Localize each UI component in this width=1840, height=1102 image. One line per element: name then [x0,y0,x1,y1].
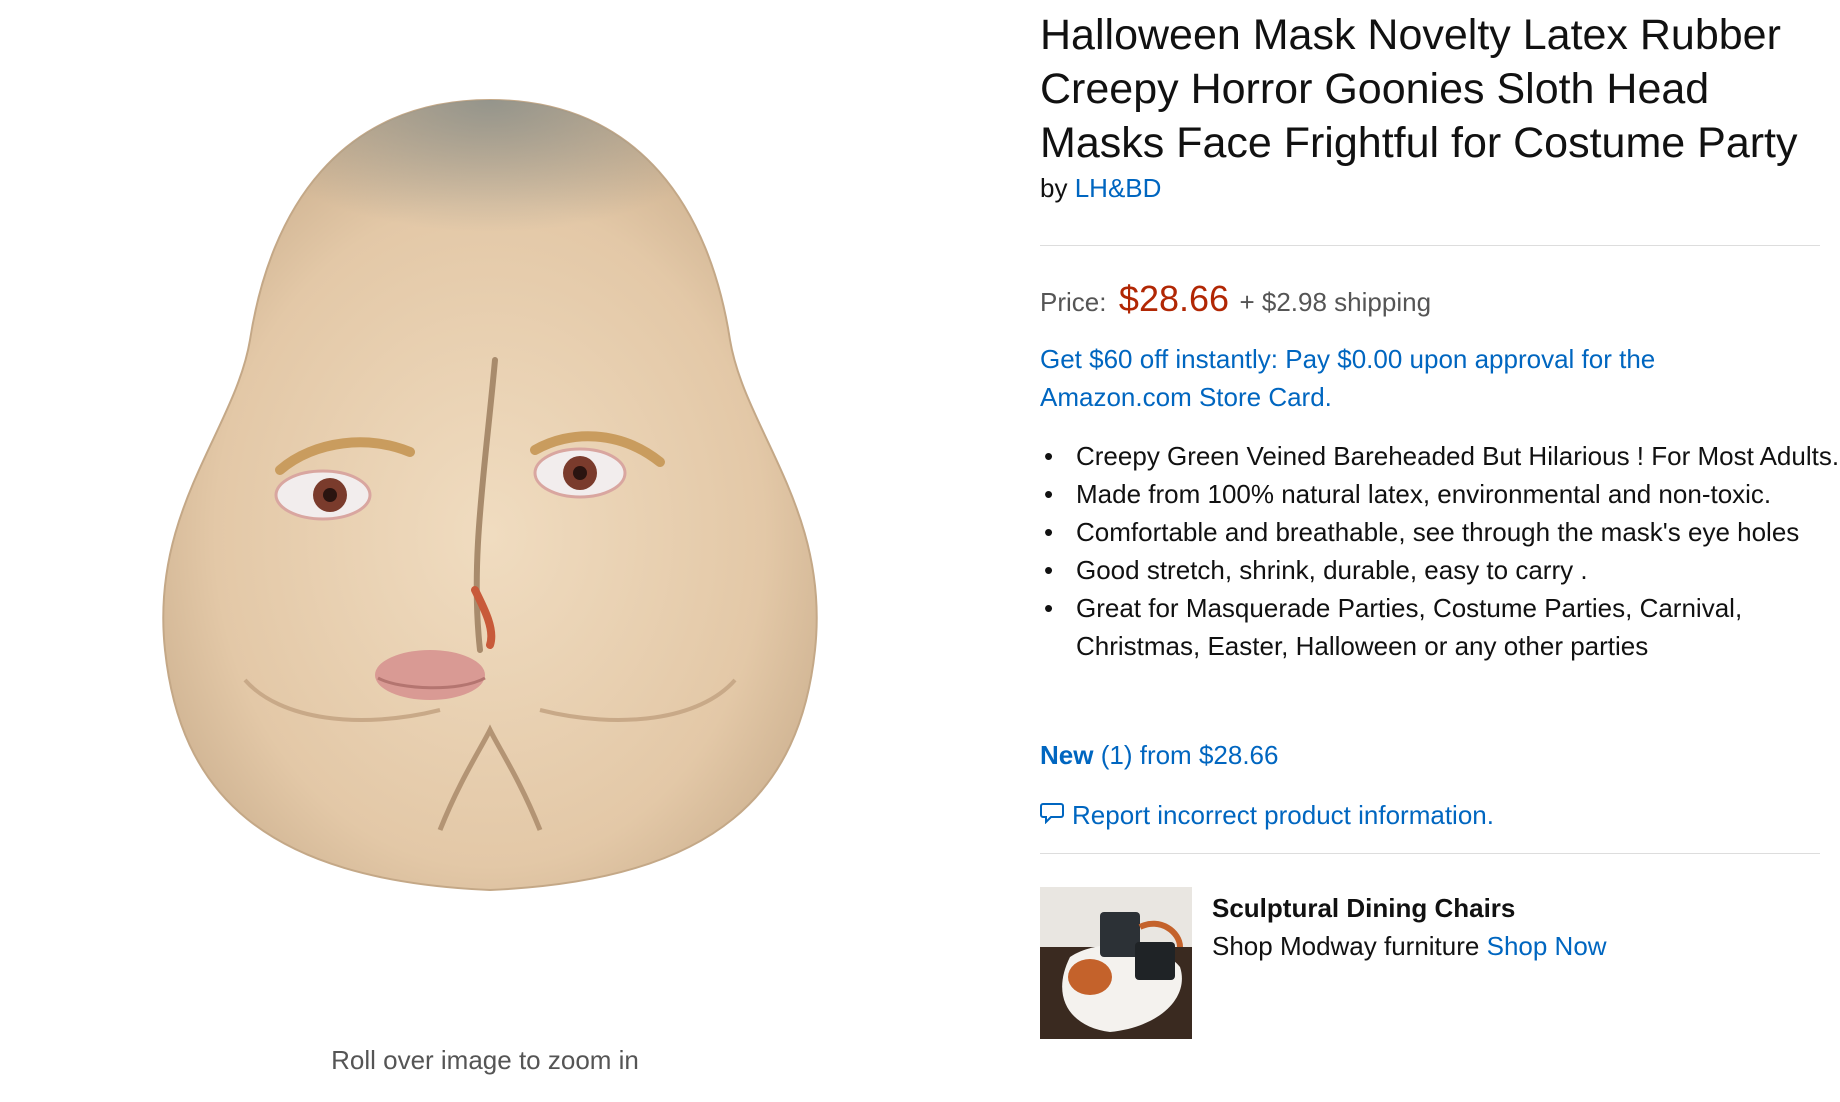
brand-link[interactable]: LH&BD [1075,173,1162,203]
feature-bullet: Made from 100% natural latex, environmen… [1044,475,1840,513]
price-label: Price: [1040,287,1107,317]
image-panel: Roll over image to zoom in [0,0,1000,1102]
product-title: Halloween Mask Novelty Latex Rubber Cree… [1040,11,1798,167]
feature-bullet: Creepy Green Veined Bareheaded But Hilar… [1044,437,1840,475]
byline: by LH&BD [1040,173,1161,204]
ad-thumbnail[interactable] [1040,887,1192,1039]
zoom-hint: Roll over image to zoom in [331,1045,639,1075]
feature-bullet: Good stretch, shrink, durable, easy to c… [1044,551,1840,589]
offers-from: from $28.66 [1139,740,1279,770]
feature-bullet: Great for Masquerade Parties, Costume Pa… [1044,589,1840,665]
offers-count: (1) [1100,740,1133,770]
price-row: Price: $28.66 + $2.98 shipping [1040,278,1431,328]
byline-prefix: by [1040,173,1068,203]
divider [1040,853,1820,854]
new-offers-link[interactable]: New (1) from $28.66 [1040,740,1278,771]
price-value: $28.66 [1118,278,1230,319]
product-image[interactable] [140,90,840,950]
comment-icon [1040,800,1072,831]
shipping-cost: + $2.98 shipping [1239,287,1432,317]
feature-bullets: Creepy Green Veined Bareheaded But Hilar… [1040,437,1840,665]
sponsored-ad: Sculptural Dining Chairs Shop Modway fur… [1040,887,1820,1039]
shop-now-link[interactable]: Shop Now [1487,931,1607,961]
report-label: Report incorrect product information. [1072,800,1494,830]
feature-bullet: Comfortable and breathable, see through … [1044,513,1840,551]
ad-title: Sculptural Dining Chairs [1212,893,1516,923]
ad-text-line: Shop Modway furniture Shop Now [1212,931,1607,962]
ad-text: Shop Modway furniture [1212,931,1480,961]
report-incorrect-info-link[interactable]: Report incorrect product information. [1040,800,1494,831]
store-card-promo-link[interactable]: Get $60 off instantly: Pay $0.00 upon ap… [1040,340,1740,416]
divider [1040,245,1820,246]
offers-new-label: New [1040,740,1094,770]
